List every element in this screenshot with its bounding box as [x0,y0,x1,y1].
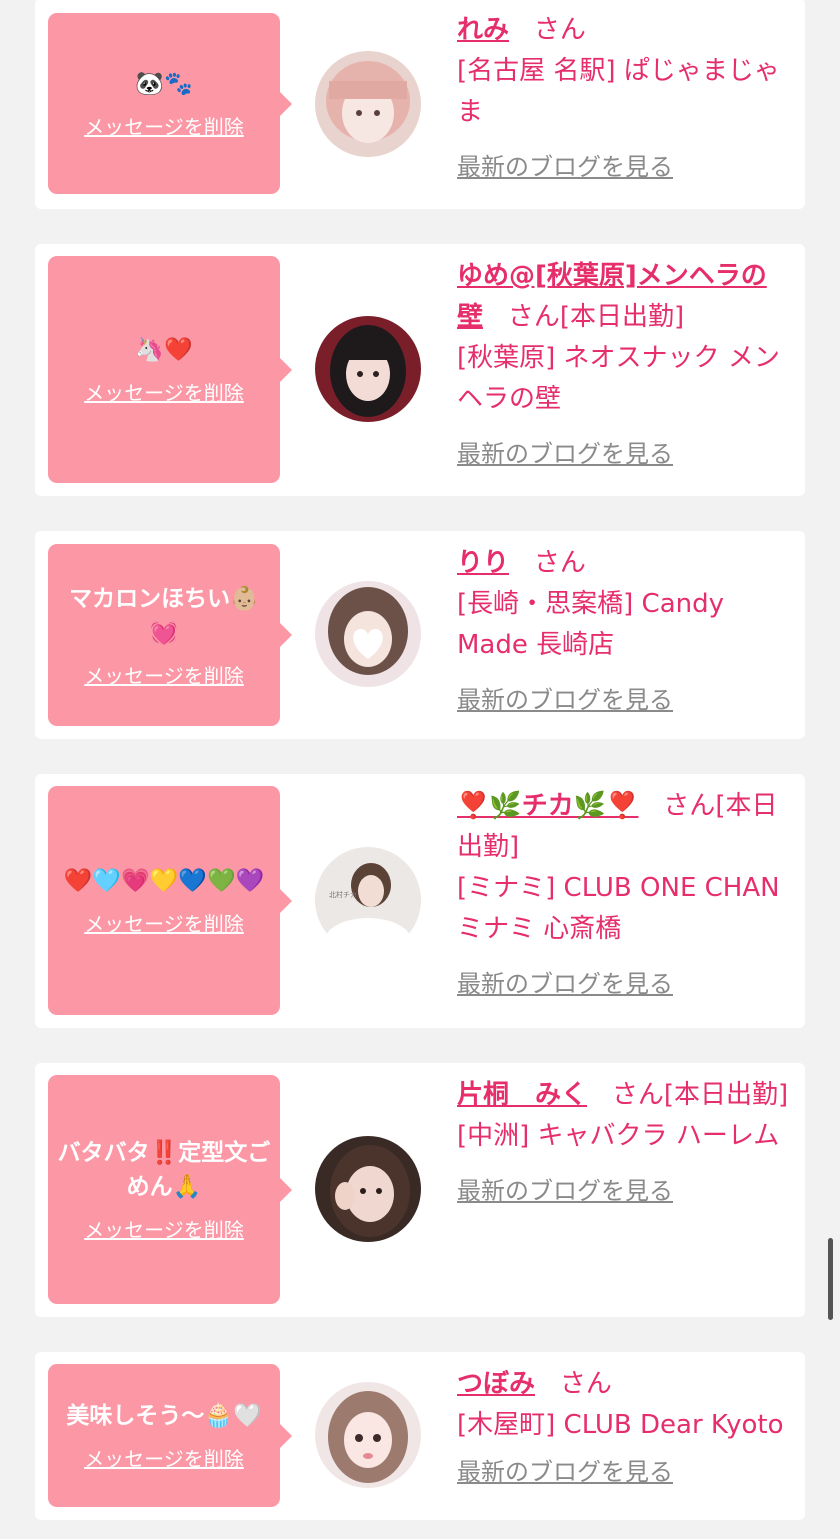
delete-message-link[interactable]: メッセージを削除 [84,1443,244,1472]
message-card: 🦄❤️ メッセージを削除 ゆめ@[秋葉原]メンヘラの壁 さん[本日出勤] [秋葉… [35,244,805,496]
cast-name-link[interactable]: りり [457,548,509,578]
avatar[interactable] [315,316,421,422]
cast-name-link[interactable]: 片桐 みく [457,1080,587,1110]
shop-name: [ミナミ] CLUB ONE CHAN ミナミ 心斎橋 [457,873,780,944]
message-text: バタバタ‼️定型文ごめん🙏 [57,1140,271,1200]
honorific: さん [611,1080,664,1110]
delete-message-link[interactable]: メッセージを削除 [84,377,244,406]
message-bubble: 🦄❤️ メッセージを削除 [48,256,292,483]
honorific: さん [533,548,586,578]
honorific: さん [663,791,716,821]
honorific: さん [559,1369,612,1399]
avatar[interactable] [315,1136,421,1242]
message-card: 🐼🐾 メッセージを削除 れみ さん [名古屋 名駅] ぱじゃまじゃま 最新のブロ… [35,0,805,209]
avatar[interactable] [315,51,421,157]
latest-blog-link[interactable]: 最新のブログを見る [457,1171,792,1212]
message-card: バタバタ‼️定型文ごめん🙏 メッセージを削除 片桐 みく さん[本日出勤] [中… [35,1063,805,1317]
delete-message-link[interactable]: メッセージを削除 [84,908,244,937]
message-text: 🦄❤️ [135,337,193,363]
latest-blog-link[interactable]: 最新のブログを見る [457,1452,792,1493]
delete-message-link[interactable]: メッセージを削除 [84,660,244,689]
girl-avatar-pink-hair-icon [315,51,421,157]
girl-avatar-dark-hair-icon [315,316,421,422]
shop-name: [秋葉原] ネオスナック メンヘラの壁 [457,343,780,414]
message-text: ❤️🩵💗💛💙💚💜 [63,868,265,894]
shop-name: [長崎・思案橋] Candy Made 長崎店 [457,589,725,660]
latest-blog-link[interactable]: 最新のブログを見る [457,147,792,188]
girl-avatar-heart-face-icon [315,581,421,687]
girl-avatar-white-dress-icon: 北村チカ [315,847,421,953]
delete-message-link[interactable]: メッセージを削除 [84,1214,244,1243]
honorific: さん [507,302,560,332]
cast-name-link[interactable]: ❣️🌿チカ🌿❣️ [457,791,639,821]
cast-info: ゆめ@[秋葉原]メンヘラの壁 さん[本日出勤] [秋葉原] ネオスナック メンヘ… [457,256,792,475]
avatar[interactable] [315,581,421,687]
cast-info: れみ さん [名古屋 名駅] ぱじゃまじゃま 最新のブログを見る [457,10,792,188]
cast-info: つぼみ さん [木屋町] CLUB Dear Kyoto 最新のブログを見る [457,1364,792,1493]
avatar[interactable] [315,1382,421,1488]
cast-info: りり さん [長崎・思案橋] Candy Made 長崎店 最新のブログを見る [457,543,792,721]
shop-name: [木屋町] CLUB Dear Kyoto [457,1410,784,1440]
message-text: 美味しそう〜🧁🤍 [66,1403,262,1429]
cast-info: 片桐 みく さん[本日出勤] [中洲] キャバクラ ハーレム 最新のブログを見る [457,1075,792,1212]
message-bubble: ❤️🩵💗💛💙💚💜 メッセージを削除 [48,786,292,1015]
girl-avatar-peace-sign-icon [315,1136,421,1242]
message-text: マカロンほちい👶🏼💓 [69,585,259,646]
cast-name-link[interactable]: つぼみ [457,1369,535,1399]
honorific: さん [533,15,586,45]
work-status: [本日出勤] [559,302,685,332]
girl-avatar-light-hair-icon [315,1382,421,1488]
message-card: ❤️🩵💗💛💙💚💜 メッセージを削除 北村チカ ❣️🌿チカ🌿❣️ さん[本日出勤]… [35,774,805,1028]
latest-blog-link[interactable]: 最新のブログを見る [457,964,792,1005]
message-text: 🐼🐾 [135,71,193,97]
svg-text:北村チカ: 北村チカ [329,890,357,899]
message-bubble: 美味しそう〜🧁🤍 メッセージを削除 [48,1364,292,1507]
shop-name: [中洲] キャバクラ ハーレム [457,1121,780,1151]
message-card: 美味しそう〜🧁🤍 メッセージを削除 つぼみ さん [木屋町] CLUB Dear… [35,1352,805,1520]
cast-info: ❣️🌿チカ🌿❣️ さん[本日出勤] [ミナミ] CLUB ONE CHAN ミナ… [457,786,792,1005]
message-bubble: 🐼🐾 メッセージを削除 [48,13,292,194]
avatar[interactable]: 北村チカ [315,847,421,953]
cast-name-link[interactable]: れみ [457,15,509,45]
message-bubble: マカロンほちい👶🏼💓 メッセージを削除 [48,544,292,726]
work-status: [本日出勤] [663,1080,789,1110]
message-card: マカロンほちい👶🏼💓 メッセージを削除 りり さん [長崎・思案橋] Candy… [35,531,805,739]
shop-name: [名古屋 名駅] ぱじゃまじゃま [457,56,780,127]
latest-blog-link[interactable]: 最新のブログを見る [457,680,792,721]
latest-blog-link[interactable]: 最新のブログを見る [457,434,792,475]
delete-message-link[interactable]: メッセージを削除 [84,111,244,140]
message-bubble: バタバタ‼️定型文ごめん🙏 メッセージを削除 [48,1075,292,1304]
scrollbar[interactable] [828,1238,833,1320]
